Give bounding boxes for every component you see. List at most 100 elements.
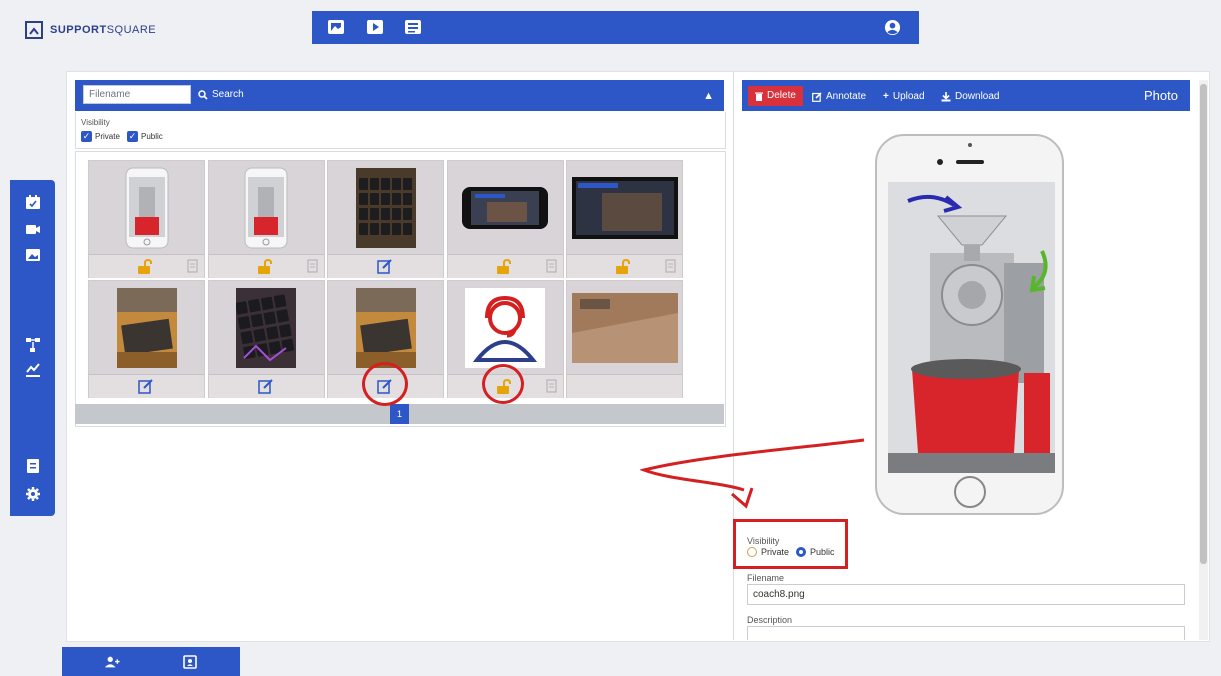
- checkbox-checked-icon: ✓: [81, 131, 92, 142]
- file-icon[interactable]: [545, 259, 557, 273]
- gallery-tile[interactable]: [88, 160, 205, 278]
- tile-footer: [567, 374, 682, 398]
- unlock-icon[interactable]: [615, 258, 631, 274]
- brand-name-light: SQUARE: [106, 24, 157, 36]
- unlock-icon[interactable]: [496, 258, 512, 274]
- file-icon[interactable]: [187, 259, 198, 273]
- tile-footer: [89, 374, 204, 398]
- visibility-label: Visibility: [747, 536, 780, 546]
- camera-icon[interactable]: [25, 221, 41, 237]
- thumbnail-image[interactable]: [209, 281, 324, 374]
- thumbnail-image[interactable]: [567, 161, 682, 254]
- gallery-icon[interactable]: [327, 19, 345, 35]
- photo-preview: [874, 133, 1065, 516]
- download-button[interactable]: Download: [941, 91, 999, 102]
- public-checkbox-label: Public: [141, 132, 163, 141]
- gallery-tile[interactable]: [566, 160, 683, 278]
- filename-field[interactable]: coach8.png: [747, 584, 1185, 605]
- visibility-radio-group: Private Public: [747, 547, 835, 557]
- file-icon[interactable]: [545, 379, 557, 393]
- thumbnail-image[interactable]: [328, 281, 443, 374]
- gallery-icon[interactable]: [25, 247, 41, 263]
- download-icon: [941, 91, 951, 101]
- edit-icon: [812, 91, 822, 102]
- public-checkbox[interactable]: ✓ Public: [127, 131, 163, 142]
- annotation-circle: [362, 362, 408, 406]
- thumbnail-image[interactable]: [448, 161, 563, 254]
- page-button[interactable]: 1: [390, 404, 409, 424]
- description-field[interactable]: [747, 626, 1185, 640]
- workflow-icon[interactable]: [25, 337, 41, 353]
- panel-title: Photo: [1144, 88, 1178, 103]
- visibility-filter: Visibility ✓ Private ✓ Public: [75, 112, 726, 149]
- gallery-tile[interactable]: [207, 160, 325, 278]
- private-checkbox-label: Private: [95, 132, 120, 141]
- annotation-arrow: [640, 438, 865, 509]
- search-icon: [198, 89, 208, 100]
- file-icon[interactable]: [306, 259, 318, 273]
- edit-icon[interactable]: [257, 378, 274, 394]
- upload-button[interactable]: + Upload: [883, 91, 925, 102]
- gallery-tile[interactable]: [566, 280, 683, 398]
- visibility-filter-label: Visibility: [81, 118, 110, 127]
- trash-icon: [755, 92, 763, 101]
- video-icon[interactable]: [366, 19, 384, 35]
- delete-label: Delete: [767, 90, 796, 101]
- search-bar: Filename Search ▲: [75, 80, 724, 111]
- private-radio-label: Private: [761, 547, 790, 557]
- brand-name-bold: SUPPORT: [50, 24, 107, 36]
- description-label: Description: [747, 615, 793, 625]
- unlock-icon[interactable]: [137, 258, 153, 274]
- filename-label: Filename: [747, 573, 785, 583]
- annotate-button[interactable]: Annotate: [812, 91, 866, 102]
- file-icon[interactable]: [665, 259, 676, 273]
- sidebar: [10, 180, 55, 516]
- calendar-icon[interactable]: [25, 194, 41, 210]
- edit-icon[interactable]: [377, 258, 393, 274]
- gallery-tile[interactable]: [88, 280, 205, 398]
- pagination: 1: [75, 404, 724, 424]
- tile-footer: [208, 374, 324, 398]
- add-user-icon[interactable]: [104, 655, 120, 669]
- chevron-up-icon[interactable]: ▲: [703, 90, 714, 102]
- public-radio-label: Public: [810, 547, 835, 557]
- public-radio[interactable]: [796, 547, 807, 557]
- download-label: Download: [955, 91, 1000, 102]
- tile-footer: [328, 254, 443, 278]
- search-button-label: Search: [212, 89, 244, 100]
- private-radio[interactable]: [747, 547, 757, 557]
- gear-icon[interactable]: [25, 486, 41, 502]
- tile-footer: [567, 254, 682, 278]
- thumbnail-image[interactable]: [448, 281, 563, 374]
- gallery-tile[interactable]: [207, 280, 325, 398]
- thumbnail-image[interactable]: [209, 161, 324, 254]
- private-checkbox[interactable]: ✓ Private: [81, 131, 120, 142]
- search-button[interactable]: Search: [198, 89, 244, 100]
- chart-icon[interactable]: [25, 361, 41, 377]
- brand-logo: SUPPORTSQUARE: [24, 20, 156, 40]
- tile-footer: [89, 254, 204, 278]
- thumbnail-image[interactable]: [89, 281, 204, 374]
- scrollbar-thumb[interactable]: [1200, 84, 1207, 564]
- logo-icon: [25, 21, 43, 39]
- top-navigation: [312, 11, 919, 44]
- thumbnail-image[interactable]: [328, 161, 443, 254]
- unlock-icon[interactable]: [257, 258, 273, 274]
- document-icon[interactable]: [25, 458, 41, 474]
- gallery-tile[interactable]: [446, 160, 564, 278]
- thumbnail-image[interactable]: [89, 161, 204, 254]
- gallery-tile[interactable]: [327, 160, 444, 278]
- user-circle-icon[interactable]: [884, 19, 901, 36]
- contacts-icon[interactable]: [182, 655, 198, 669]
- brand-name: SUPPORTSQUARE: [50, 24, 156, 36]
- delete-button[interactable]: Delete: [748, 86, 803, 106]
- annotate-label: Annotate: [826, 91, 867, 102]
- annotation-circle: [482, 364, 524, 404]
- edit-icon[interactable]: [138, 378, 154, 394]
- detail-toolbar: Delete Annotate + Upload Download Photo: [742, 80, 1190, 111]
- documents-icon[interactable]: [404, 19, 422, 35]
- bottom-toolbar: [62, 647, 240, 676]
- search-input[interactable]: Filename: [83, 85, 191, 104]
- upload-label: Upload: [892, 91, 925, 102]
- thumbnail-image[interactable]: [567, 281, 682, 374]
